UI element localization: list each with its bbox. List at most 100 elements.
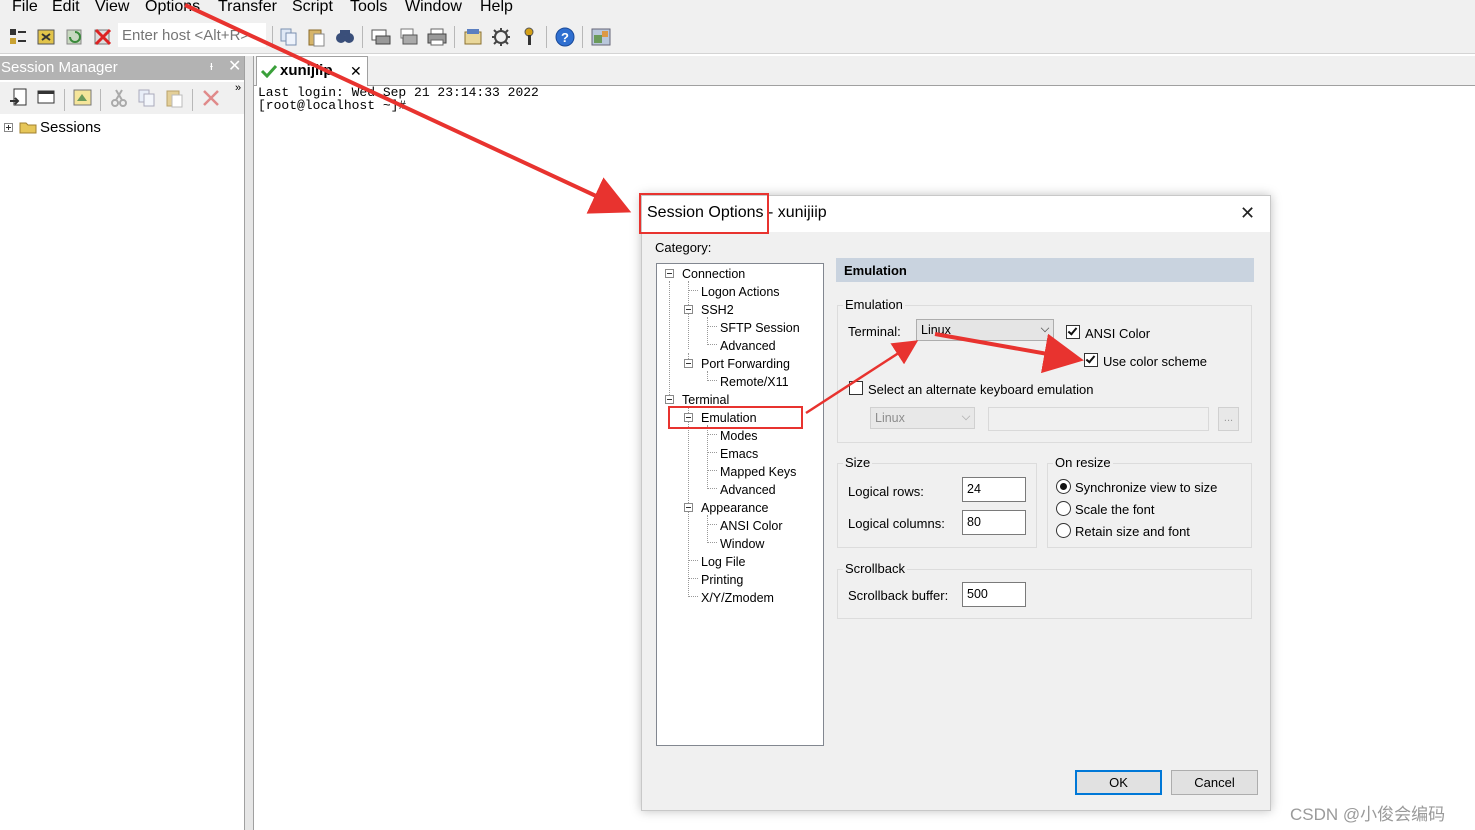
- tree-item-window[interactable]: Window: [720, 536, 764, 552]
- menu-window[interactable]: Window: [405, 0, 462, 17]
- tree-item-port-forwarding[interactable]: Port Forwarding: [701, 356, 790, 372]
- tree-item-sftp-session[interactable]: SFTP Session: [720, 320, 800, 336]
- tree-item-xyzmodem[interactable]: X/Y/Zmodem: [701, 590, 774, 606]
- paste-session-icon[interactable]: [164, 87, 186, 109]
- tree-item-emulation-advanced[interactable]: Advanced: [720, 482, 776, 498]
- session-manager-title: Session Manager: [1, 59, 118, 76]
- paste-icon[interactable]: [306, 26, 328, 48]
- overflow-chevron-icon[interactable]: »: [235, 82, 241, 94]
- tree-item-log-file[interactable]: Log File: [701, 554, 745, 570]
- delete-icon[interactable]: [200, 87, 222, 109]
- terminal-line: [root@localhost ~]#: [258, 98, 407, 113]
- host-input[interactable]: [118, 23, 266, 47]
- help-icon[interactable]: ?: [554, 26, 576, 48]
- scrollback-group-title: Scrollback: [843, 561, 907, 576]
- toolbar-separator: [100, 89, 101, 111]
- tree-item-mapped-keys[interactable]: Mapped Keys: [720, 464, 796, 480]
- expand-icon[interactable]: [4, 123, 13, 132]
- find-icon[interactable]: [334, 26, 356, 48]
- copy-icon[interactable]: [278, 26, 300, 48]
- menu-file[interactable]: File: [12, 0, 38, 17]
- session-manager-header: Session Manager ᵻ ✕: [0, 56, 244, 80]
- tree-item-connection[interactable]: Connection: [682, 266, 745, 282]
- radio-retain-size[interactable]: [1056, 523, 1071, 538]
- panel-header: Emulation: [836, 258, 1254, 282]
- tree-item-ssh2-advanced[interactable]: Advanced: [720, 338, 776, 354]
- print-icon[interactable]: [426, 26, 448, 48]
- collapse-terminal-icon[interactable]: [665, 395, 674, 404]
- terminal-type-label: Terminal:: [848, 324, 901, 339]
- dialog-close-icon[interactable]: ✕: [1240, 203, 1255, 224]
- scrollback-buffer-input[interactable]: 500: [962, 582, 1026, 607]
- cut-icon[interactable]: [108, 87, 130, 109]
- chevron-down-icon: [961, 411, 971, 421]
- cancel-button[interactable]: Cancel: [1171, 770, 1258, 795]
- connected-check-icon: [260, 64, 278, 81]
- toolbar-separator: [272, 26, 273, 48]
- session-options-icon[interactable]: [462, 26, 484, 48]
- tab-close-icon[interactable]: ✕: [350, 63, 362, 80]
- tree-item-printing[interactable]: Printing: [701, 572, 743, 588]
- print-selection-icon[interactable]: [398, 26, 420, 48]
- menu-options[interactable]: Options: [145, 0, 200, 17]
- tree-item-appearance[interactable]: Appearance: [701, 500, 768, 516]
- keymap-icon[interactable]: [518, 26, 540, 48]
- size-group-title: Size: [843, 455, 873, 470]
- menu-script[interactable]: Script: [292, 0, 333, 17]
- terminal-type-select[interactable]: Linux: [916, 319, 1054, 341]
- ok-button[interactable]: OK: [1075, 770, 1162, 795]
- scrollback-buffer-label: Scrollback buffer:: [848, 588, 949, 603]
- panel-title: Emulation: [844, 263, 907, 278]
- disconnect-icon[interactable]: [92, 26, 114, 48]
- menu-tools[interactable]: Tools: [350, 0, 387, 17]
- category-label: Category:: [655, 240, 712, 255]
- collapse-ssh2-icon[interactable]: [684, 305, 693, 314]
- category-tree: Connection Logon Actions SSH2 SFTP Sessi…: [656, 263, 824, 746]
- toolbar-separator: [192, 89, 193, 111]
- new-session-icon[interactable]: [72, 87, 94, 109]
- tree-item-modes[interactable]: Modes: [720, 428, 758, 444]
- global-options-icon[interactable]: [490, 26, 512, 48]
- collapse-appearance-icon[interactable]: [684, 503, 693, 512]
- tree-item-ansi-color[interactable]: ANSI Color: [720, 518, 783, 534]
- reconnect-icon[interactable]: [64, 26, 86, 48]
- toolbar-separator: [546, 26, 547, 48]
- menu-edit[interactable]: Edit: [52, 0, 80, 17]
- ansi-color-label: ANSI Color: [1085, 326, 1151, 341]
- sftp-icon[interactable]: [590, 26, 612, 48]
- quick-connect-icon[interactable]: [36, 26, 58, 48]
- logical-columns-input[interactable]: 80: [962, 510, 1026, 535]
- connect-icon[interactable]: [8, 26, 30, 48]
- logical-rows-input[interactable]: 24: [962, 477, 1026, 502]
- radio-synchronize-view[interactable]: [1056, 479, 1071, 494]
- toolbar-separator: [454, 26, 455, 48]
- alt-keyboard-checkbox[interactable]: [849, 381, 863, 395]
- collapse-connection-icon[interactable]: [665, 269, 674, 278]
- collapse-port-forwarding-icon[interactable]: [684, 359, 693, 368]
- connect-in-tab-icon[interactable]: [36, 87, 58, 109]
- tree-item-emacs[interactable]: Emacs: [720, 446, 758, 462]
- tree-item-logon-actions[interactable]: Logon Actions: [701, 284, 780, 300]
- tab-xunijiip[interactable]: xunijiip ✕: [256, 56, 368, 87]
- print-setup-icon[interactable]: [370, 26, 392, 48]
- ansi-color-checkbox[interactable]: [1066, 325, 1080, 339]
- copy-session-icon[interactable]: [136, 87, 158, 109]
- pin-icon[interactable]: ᵻ: [210, 58, 213, 73]
- menu-help[interactable]: Help: [480, 0, 513, 17]
- connect-session-icon[interactable]: [8, 87, 30, 109]
- use-color-scheme-checkbox[interactable]: [1084, 353, 1098, 367]
- menu-transfer[interactable]: Transfer: [218, 0, 277, 17]
- tree-item-ssh2[interactable]: SSH2: [701, 302, 734, 318]
- terminal-type-value: Linux: [921, 323, 951, 337]
- radio-synchronize-view-label: Synchronize view to size: [1075, 480, 1218, 495]
- menu-view[interactable]: View: [95, 0, 129, 17]
- tree-item-remote-x11[interactable]: Remote/X11: [720, 374, 789, 390]
- session-manager-close-icon[interactable]: ✕: [228, 56, 241, 76]
- radio-scale-font[interactable]: [1056, 501, 1071, 516]
- logical-rows-label: Logical rows:: [848, 484, 924, 499]
- pane-splitter[interactable]: [244, 56, 254, 830]
- alt-keyboard-select: Linux: [870, 407, 975, 429]
- logical-columns-label: Logical columns:: [848, 516, 945, 531]
- sessions-folder[interactable]: Sessions: [40, 119, 101, 136]
- browse-button: ...: [1218, 407, 1239, 431]
